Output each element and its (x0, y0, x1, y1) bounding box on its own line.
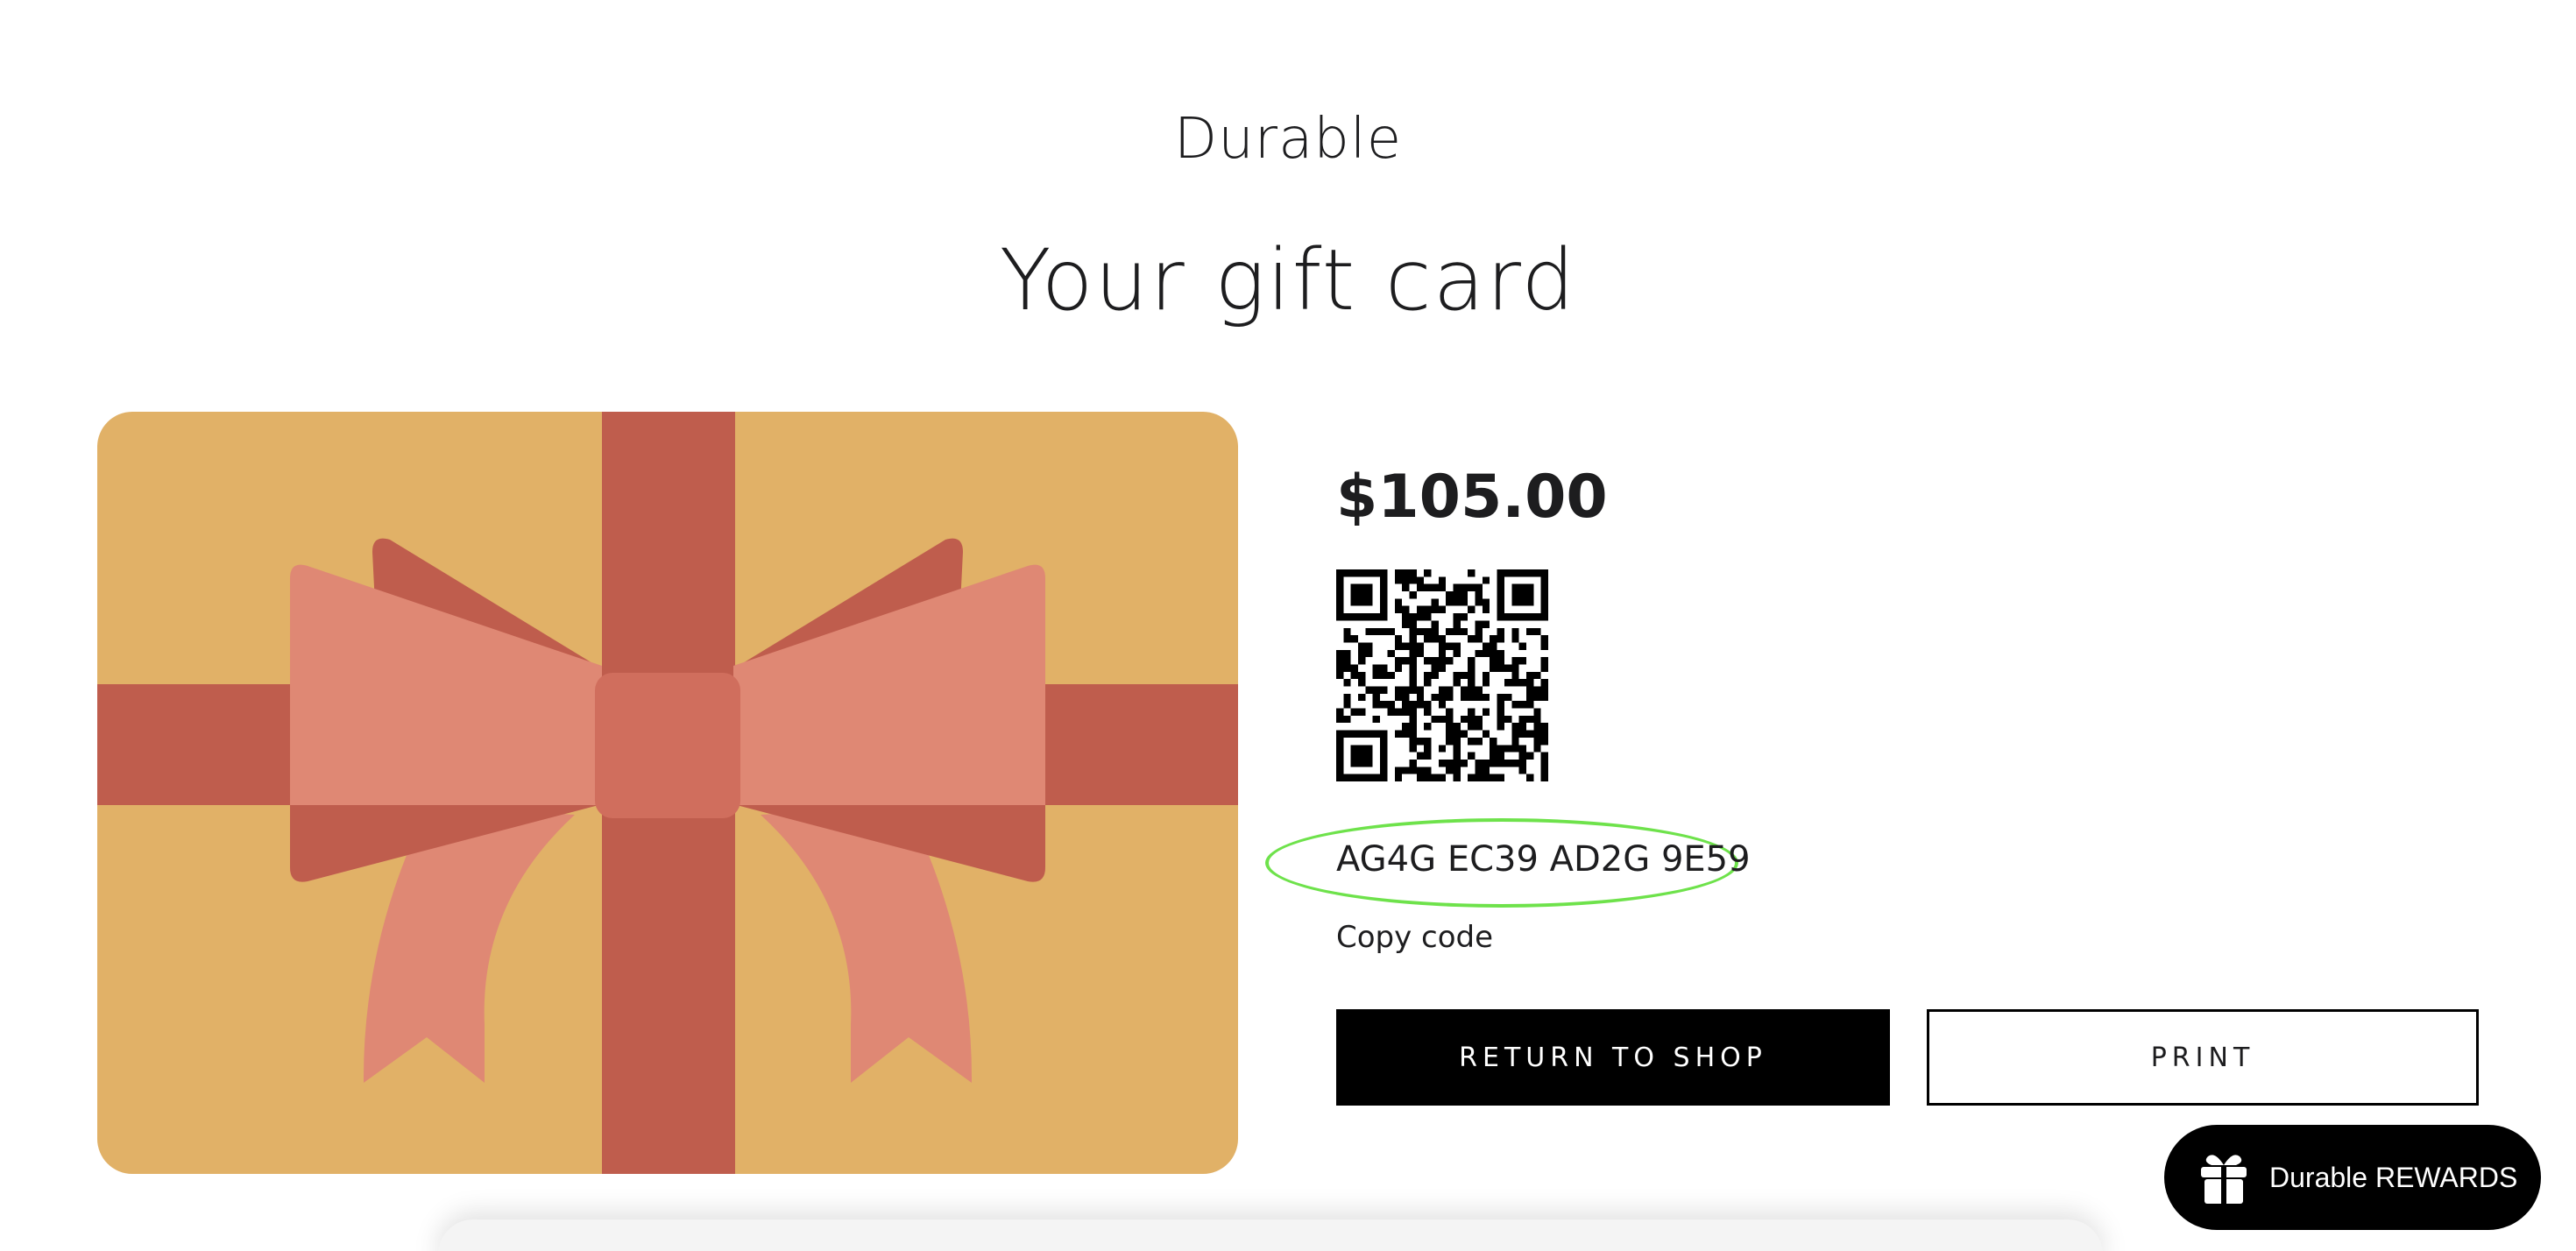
qr-code (1336, 569, 1548, 781)
rewards-label: Durable REWARDS (2269, 1161, 2518, 1193)
copy-code-button[interactable]: Copy code (1336, 920, 1493, 955)
gift-card-page: Durable Your gift card $105.00 AG4G EC39… (0, 0, 2576, 1251)
gift-icon (2199, 1149, 2248, 1205)
print-button[interactable]: PRINT (1927, 1009, 2479, 1106)
bow-knot (595, 673, 740, 818)
rewards-launcher-button[interactable]: Durable REWARDS (2164, 1125, 2541, 1230)
gift-card-amount: $105.00 (1336, 463, 1608, 532)
gift-card-image (97, 412, 1238, 1174)
gift-bow-illustration (97, 412, 1238, 1174)
brand-name: Durable (1173, 107, 1403, 172)
gift-card-code: AG4G EC39 AD2G 9E59 (1336, 839, 1751, 880)
bottom-panel-edge (438, 1219, 2103, 1251)
page-title: Your gift card (999, 231, 1577, 329)
return-to-shop-button[interactable]: RETURN TO SHOP (1336, 1009, 1890, 1106)
gift-card-code-highlight: AG4G EC39 AD2G 9E59 (1265, 818, 1751, 908)
